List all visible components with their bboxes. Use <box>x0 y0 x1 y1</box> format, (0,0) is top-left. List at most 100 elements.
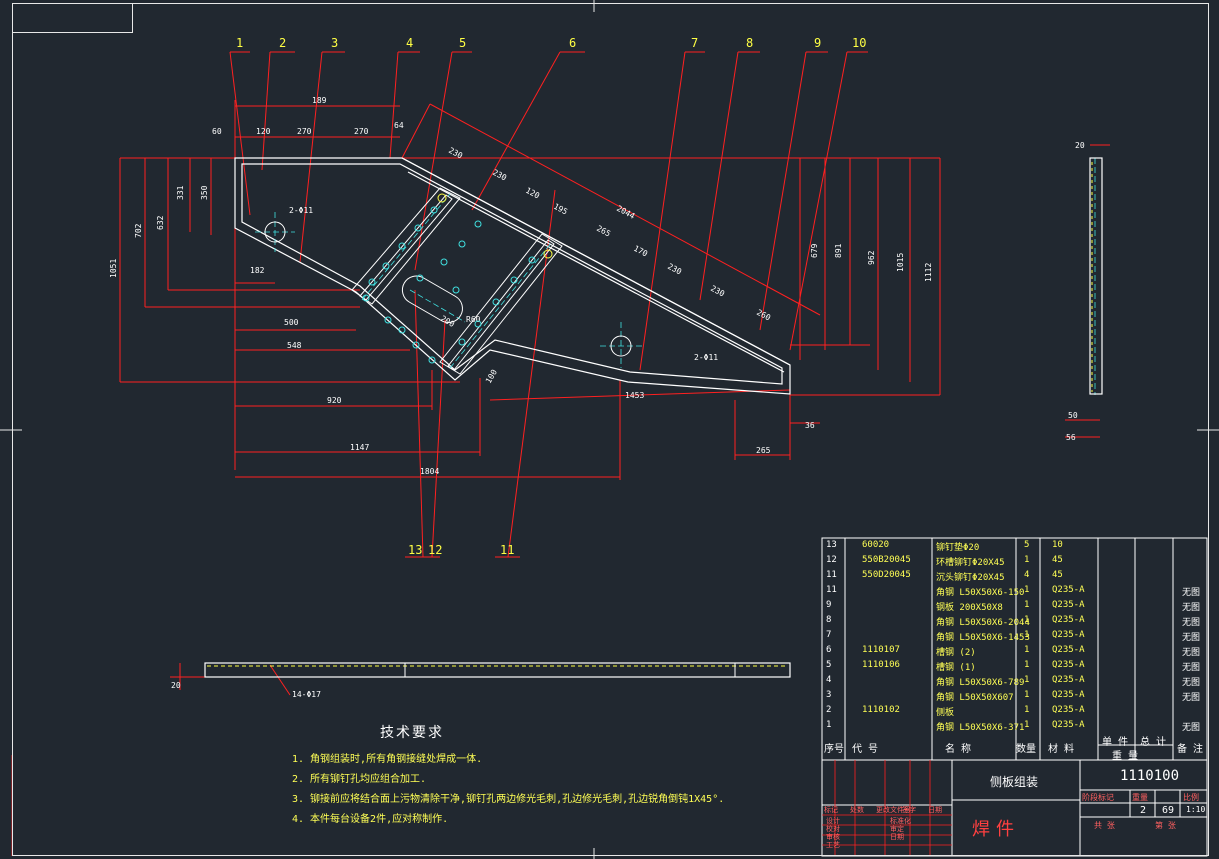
bom-row-name: 侧板 <box>936 708 955 718</box>
bom-row-no: 4 <box>826 675 832 685</box>
bom-header-note: 备 注 <box>1177 744 1204 755</box>
bom-row-no: 9 <box>826 600 832 610</box>
bom-header-no: 序号 <box>824 744 844 755</box>
title-block-label: 工艺 <box>826 841 840 849</box>
corner-box <box>12 3 133 33</box>
tech-line: 2. 所有铆钉孔均应组合加工. <box>292 774 427 785</box>
bom-row-qty: 1 <box>1024 705 1030 715</box>
bom-row-qty: 1 <box>1024 630 1030 640</box>
tb-sheet2: 第 张 <box>1155 821 1176 830</box>
bom-header-qty: 数量 <box>1016 744 1036 755</box>
tb-scale: 比例 <box>1183 793 1199 802</box>
bom-row-no: 12 <box>826 555 837 565</box>
bom-row-name: 环槽铆钉Φ20X45 <box>936 558 1005 568</box>
bom-row-mat: Q235-A <box>1052 645 1085 655</box>
bom-row-name: 角钢 L50X50X6-789 <box>936 678 1025 688</box>
title-block-label: 日期 <box>928 806 942 814</box>
bom-row-no: 2 <box>826 705 832 715</box>
bom-row-mat: Q235-A <box>1052 660 1085 670</box>
bom-row-qty: 1 <box>1024 555 1030 565</box>
bom-row-note: 无图 <box>1182 723 1201 733</box>
bom-header-weight: 重 量 <box>1112 751 1139 762</box>
bom-header-code: 代 号 <box>852 744 879 755</box>
bom-row-note: 无图 <box>1182 663 1201 673</box>
bom-row-note: 无图 <box>1182 588 1201 598</box>
tech-title: 技术要求 <box>380 725 444 741</box>
bom-row-note: 无图 <box>1182 618 1201 628</box>
tech-line: 3. 铆接前应将结合面上污物清除干净,铆钉孔两边修光毛刺,孔边修光毛刺,孔边锐角… <box>292 794 725 805</box>
tb-scale-value: 1:10 <box>1186 805 1206 814</box>
bom-row-mat: 45 <box>1052 570 1063 580</box>
bom-row-name: 槽钢 (2) <box>936 648 976 658</box>
bom-row-name: 角钢 L50X50X6-150 <box>936 588 1025 598</box>
title-block-label: 签字 <box>902 806 916 814</box>
title-block-label: 处数 <box>850 806 864 814</box>
bom-header-total: 总 计 <box>1140 737 1167 748</box>
bom-row-mat: Q235-A <box>1052 585 1085 595</box>
bom-row-qty: 1 <box>1024 615 1030 625</box>
bom-row-note: 无图 <box>1182 648 1201 658</box>
bom-row-mat: Q235-A <box>1052 690 1085 700</box>
tb-weight-value: 69 <box>1162 805 1175 816</box>
bom-row-no: 5 <box>826 660 832 670</box>
bom-row-qty: 4 <box>1024 570 1030 580</box>
tb-weight: 重量 <box>1132 793 1148 802</box>
bom-row-qty: 1 <box>1024 660 1030 670</box>
bom-row-name: 角钢 L50X50X6-1453 <box>936 633 1030 643</box>
bom-header-single: 单 件 <box>1102 737 1129 748</box>
bom-row-mat: Q235-A <box>1052 600 1085 610</box>
bom-row-no: 1 <box>826 720 832 730</box>
bom-row-mat: Q235-A <box>1052 630 1085 640</box>
bom-row-name: 钢板 200X50X8 <box>936 603 1003 613</box>
bom-row-mat: Q235-A <box>1052 675 1085 685</box>
bom-row-name: 槽钢 (1) <box>936 663 976 673</box>
bom-row-name: 铆钉垫Φ20 <box>936 543 980 553</box>
bom-row-mat: Q235-A <box>1052 705 1085 715</box>
bom-row-qty: 1 <box>1024 720 1030 730</box>
bom-row-code: 550D20045 <box>862 570 911 580</box>
bom-row-mat: 10 <box>1052 540 1063 550</box>
bom-row-no: 7 <box>826 630 832 640</box>
title-block-label: 标记 <box>824 806 838 814</box>
drawing-number: 1110100 <box>1120 768 1180 784</box>
weldment-stamp: 焊件 <box>972 819 1020 840</box>
bom-row-mat: 45 <box>1052 555 1063 565</box>
bom-header-mat: 材 料 <box>1048 744 1075 755</box>
bom-row-note: 无图 <box>1182 603 1201 613</box>
tb-sheet: 共 张 <box>1094 821 1115 830</box>
bom-row-name: 沉头铆钉Φ20X45 <box>936 573 1005 583</box>
bom-row-code: 550B20045 <box>862 555 911 565</box>
bom-row-no: 11 <box>826 570 837 580</box>
bom-row-code: 1110107 <box>862 645 900 655</box>
drawing-frame <box>12 3 1209 856</box>
bom-row-name: 角钢 L50X50X607 <box>936 693 1014 703</box>
bom-row-qty: 1 <box>1024 675 1030 685</box>
tech-line: 1. 角钢组装时,所有角钢接缝处焊成一体. <box>292 754 483 765</box>
tb-qty-value: 2 <box>1140 805 1147 816</box>
bom-row-no: 8 <box>826 615 832 625</box>
bom-row-qty: 1 <box>1024 585 1030 595</box>
bom-row-note: 无图 <box>1182 678 1201 688</box>
bom-row-qty: 1 <box>1024 600 1030 610</box>
bom-row-note: 无图 <box>1182 633 1201 643</box>
bom-row-code: 1110102 <box>862 705 900 715</box>
bom-row-no: 11 <box>826 585 837 595</box>
bom-row-mat: Q235-A <box>1052 615 1085 625</box>
drawing-name: 侧板组装 <box>990 775 1039 789</box>
bom-row-no: 6 <box>826 645 832 655</box>
bom-row-note: 无图 <box>1182 693 1201 703</box>
bom-header-name: 名 称 <box>945 744 972 755</box>
tb-stage: 阶段标记 <box>1082 793 1114 802</box>
bom-row-no: 13 <box>826 540 837 550</box>
bom-row-mat: Q235-A <box>1052 720 1085 730</box>
bom-row-no: 3 <box>826 690 832 700</box>
tech-line: 4. 本件每台设备2件,应对称制作. <box>292 814 449 825</box>
bom-row-name: 角钢 L50X50X6-2044 <box>936 618 1030 628</box>
title-block-label: 日期 <box>890 833 904 841</box>
bom-row-code: 1110106 <box>862 660 900 670</box>
bom-row-code: 60020 <box>862 540 890 550</box>
bom-row-name: 角钢 L50X50X6-371 <box>936 723 1025 733</box>
bom-row-qty: 1 <box>1024 690 1030 700</box>
bom-row-qty: 5 <box>1024 540 1030 550</box>
bom-row-qty: 1 <box>1024 645 1030 655</box>
